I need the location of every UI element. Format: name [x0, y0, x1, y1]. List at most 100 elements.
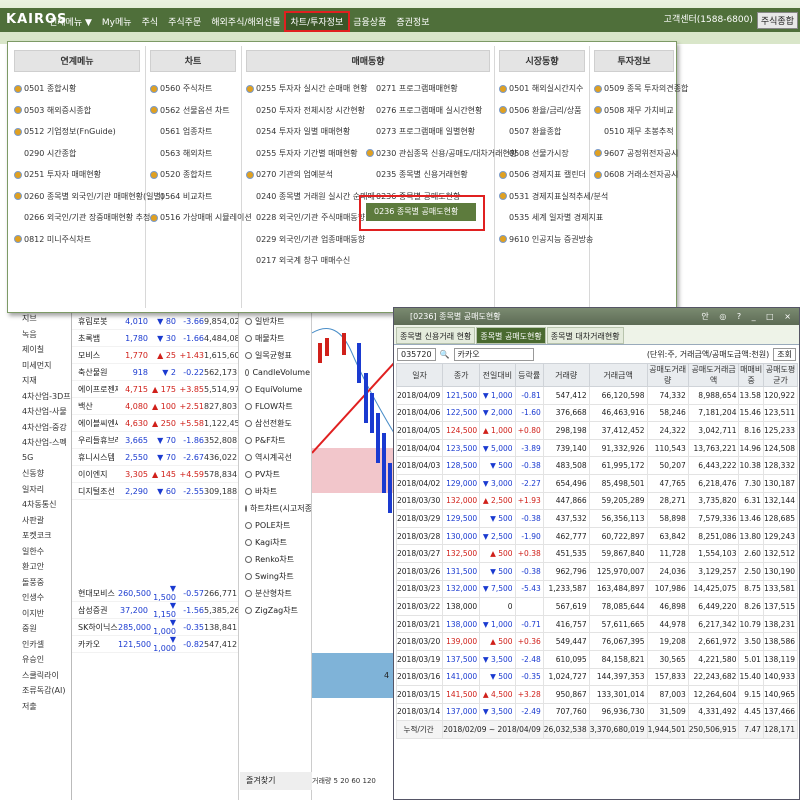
- tree-item[interactable]: 4차산업-3D프: [0, 391, 71, 407]
- stock-row[interactable]: 모비스 1,770 ▲ 25 +1.43 1,615,603: [72, 347, 245, 364]
- stock-row[interactable]: 카카오 121,500 ▼ 1,000 -0.82 547,412: [72, 635, 238, 653]
- top-menu-item[interactable]: 차트/투자정보: [283, 11, 351, 32]
- table-row[interactable]: 2018/03/29 129,500 ▼ 500 -0.38 437,532 56,356…: [395, 509, 799, 528]
- chart-type-radio[interactable]: Kagi차트: [239, 534, 310, 551]
- menu-item[interactable]: 0290 시간종합: [14, 143, 140, 165]
- chart-type-radio[interactable]: 하트챠트(시고저종): [239, 500, 315, 517]
- stock-row[interactable]: 현대모비스 260,500 ▼ 1,500 -0.57 266,771: [72, 584, 238, 602]
- column-header[interactable]: 매매비중: [738, 363, 764, 387]
- stock-row[interactable]: 백산 4,080 ▲ 100 +2.51 827,803: [72, 398, 238, 415]
- stock-row[interactable]: 디지털조선 2,290 ▼ 60 -2.55 309,188: [72, 483, 238, 500]
- chart-type-radio[interactable]: 삼선전환도: [239, 415, 310, 432]
- menu-item[interactable]: 0271 프로그램매매현황: [366, 78, 490, 100]
- menu-item[interactable]: 0508 재무 가치비교: [594, 100, 674, 122]
- top-menu-item[interactable]: 주식주문: [163, 13, 206, 30]
- tree-item[interactable]: 스쿨릭라이: [0, 670, 71, 686]
- menu-item[interactable]: 9610 인공지능 증권방송: [499, 229, 593, 251]
- tree-item[interactable]: 제이칠: [0, 344, 71, 360]
- tree-item[interactable]: 미세먼지: [0, 360, 71, 376]
- menu-item[interactable]: 0507 환율종합: [499, 121, 585, 143]
- column-header[interactable]: 거래량: [542, 363, 590, 387]
- menu-item[interactable]: 0560 주식차트: [150, 78, 236, 100]
- column-header[interactable]: 종가: [442, 363, 481, 387]
- tree-item[interactable]: 환고안: [0, 561, 71, 577]
- menu-item[interactable]: 0503 해외증시종합: [14, 100, 140, 122]
- menu-item[interactable]: 0608 거래소전자공시: [594, 164, 678, 186]
- table-row[interactable]: 2018/03/22 138,000 0 567,619 78,085,644 46,89…: [395, 597, 799, 616]
- menu-item[interactable]: 0506 환율/금리/상품: [499, 100, 585, 122]
- tree-item[interactable]: 이지반: [0, 608, 71, 624]
- tree-item[interactable]: 지재: [0, 375, 71, 391]
- top-menu-item[interactable]: 증권정보: [391, 13, 434, 30]
- price-chart[interactable]: 4 즐겨찾기 거래량 5 20 60 120: [240, 313, 395, 800]
- top-menu-item[interactable]: 전체메뉴 ▼: [44, 13, 97, 30]
- chart-type-radio[interactable]: EquiVolume: [239, 381, 310, 398]
- tree-item[interactable]: 녹음: [0, 329, 71, 345]
- tree-item[interactable]: 일자리: [0, 484, 71, 500]
- stock-row[interactable]: 휴림로봇 4,010 ▼ 80 -3.66 9,854,021: [72, 313, 245, 330]
- chart-type-radio[interactable]: 일목균형표: [239, 347, 310, 364]
- top-menu-item[interactable]: My메뉴: [97, 13, 137, 30]
- tree-item[interactable]: 사판괄: [0, 515, 71, 531]
- tree-item[interactable]: 신동향: [0, 468, 71, 484]
- tab[interactable]: 종목별 대차거래현황: [546, 327, 624, 344]
- tree-item[interactable]: 4차산업-중강: [0, 422, 71, 438]
- menu-item[interactable]: 9607 공정위전자공시: [594, 143, 678, 165]
- column-header[interactable]: 거래금액: [588, 363, 648, 387]
- footer-date-range[interactable]: 2018/02/09 ~ 2018/04/09: [442, 720, 544, 739]
- tree-item[interactable]: 조류독감(AI): [0, 685, 71, 701]
- table-row[interactable]: 2018/03/27 132,500 ▲ 500 +0.38 451,535 59,867…: [395, 544, 799, 563]
- stock-code-input[interactable]: 035720: [397, 347, 436, 361]
- tree-item[interactable]: 4차산업-사물: [0, 406, 71, 422]
- column-header[interactable]: 공매도거래금액: [687, 363, 740, 387]
- menu-item[interactable]: 0235 종목별 신용거래현황: [366, 164, 490, 186]
- menu-item[interactable]: 0510 재무 초봉추적: [594, 121, 674, 143]
- stock-row[interactable]: 축산물원 918 ▼ 2 -0.22 562,173: [72, 364, 238, 381]
- tab[interactable]: 종목별 공매도현황: [476, 327, 546, 344]
- stock-row[interactable]: 휴니시스템 2,550 ▼ 70 -2.67 436,022: [72, 449, 238, 466]
- query-button[interactable]: 조회: [773, 347, 796, 361]
- table-row[interactable]: 2018/03/15 141,500 ▲ 4,500 +3.28 950,867 133,…: [395, 685, 799, 704]
- chart-type-radio[interactable]: CandleVolume: [239, 364, 310, 381]
- chart-type-radio[interactable]: ZigZag차트: [239, 602, 310, 619]
- table-row[interactable]: 2018/04/03 128,500 ▼ 500 -0.38 483,508 61,995…: [395, 456, 799, 475]
- top-menu-item[interactable]: 금융상품: [348, 13, 391, 30]
- table-row[interactable]: 2018/03/21 138,000 ▼ 1,000 -0.71 416,757 57,6…: [395, 614, 799, 634]
- chart-type-radio[interactable]: PV차트: [239, 466, 310, 483]
- tab[interactable]: 종목별 신용거래 현황: [396, 327, 476, 344]
- tree-item[interactable]: 지브: [0, 313, 71, 329]
- tree-item[interactable]: 4차동통신: [0, 499, 71, 515]
- table-row[interactable]: 2018/04/02 129,000 ▼ 3,000 -2.27 654,496 85,4…: [395, 473, 799, 493]
- table-row[interactable]: 2018/03/19 137,500 ▼ 3,500 -2.48 610,095 84,1…: [395, 649, 799, 669]
- search-icon[interactable]: 🔍: [440, 350, 450, 359]
- column-header[interactable]: 일자: [395, 363, 444, 387]
- menu-item[interactable]: 0240 종목별 거래원 실시간 순매매: [246, 186, 375, 208]
- menu-item[interactable]: 0217 외국계 창구 매매수신: [246, 250, 366, 272]
- menu-item[interactable]: 0501 해외실시간지수: [499, 78, 585, 100]
- chart-type-radio[interactable]: Renko차트: [239, 551, 310, 568]
- menu-item[interactable]: 0535 세계 일자별 경제지표: [499, 207, 603, 229]
- menu-item[interactable]: 0512 기업정보(FnGuide): [14, 121, 140, 143]
- menu-item[interactable]: 0812 미니주식차트: [14, 229, 140, 251]
- menu-item[interactable]: 0516 가상매매 시뮬레이션: [150, 207, 252, 229]
- window-controls[interactable]: 안 ◎ ? _ □ ×: [701, 308, 795, 325]
- column-header[interactable]: 공매도거래량: [646, 363, 689, 387]
- menu-item[interactable]: 0562 선물옵션 차트: [150, 100, 236, 122]
- stock-row[interactable]: 이이엔지 3,305 ▲ 145 +4.59 578,834: [72, 466, 238, 483]
- menu-item[interactable]: 0229 외국인/기관 업종매매동향: [246, 229, 366, 251]
- menu-item[interactable]: 0501 종합시황: [14, 78, 140, 100]
- menu-item[interactable]: 0251 투자자 매매현황: [14, 164, 140, 186]
- tree-item[interactable]: 저출: [0, 701, 71, 717]
- menu-item[interactable]: 0276 프로그램매매 실시간현황: [366, 100, 490, 122]
- menu-item[interactable]: 0273 프로그램매매 일별현황: [366, 121, 490, 143]
- table-row[interactable]: 2018/04/09 121,500 ▼ 1,000 -0.81 547,412 66,1…: [395, 386, 799, 405]
- menu-item[interactable]: 0520 종합차트: [150, 164, 236, 186]
- menu-item[interactable]: 0506 경제지표 캘린더: [499, 164, 586, 186]
- table-row[interactable]: 2018/03/26 131,500 ▼ 500 -0.38 962,796 125,97…: [395, 561, 799, 581]
- menu-item[interactable]: 0561 업종차트: [150, 121, 236, 143]
- tree-item[interactable]: 일한수: [0, 546, 71, 562]
- stock-row[interactable]: 삼성증권 37,200 ▼ 1,150 -1.56 5,385,261: [72, 601, 245, 619]
- tree-item[interactable]: 인생수: [0, 592, 71, 608]
- menu-item[interactable]: 0230 관심종목 신용/공매도/대차거래현황: [366, 143, 517, 165]
- menu-item[interactable]: 0260 종목별 외국인/기관 매매현황(일별): [14, 186, 164, 208]
